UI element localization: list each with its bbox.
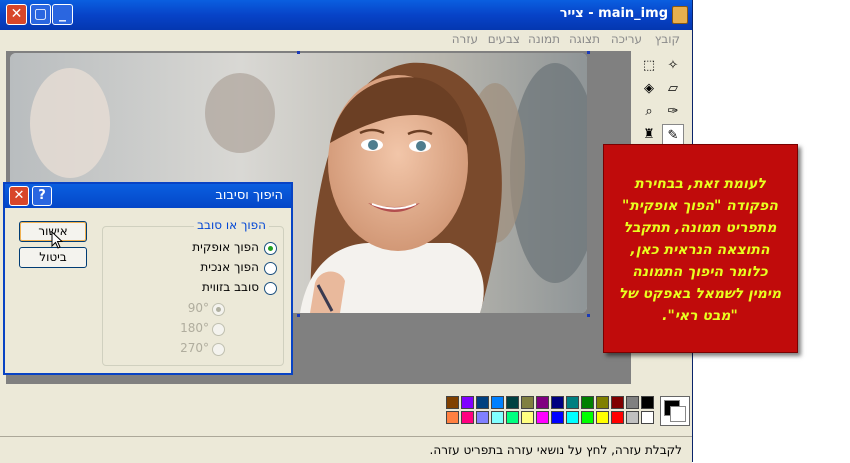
radio-angle-180[interactable] [212,323,225,336]
color-swatch[interactable] [551,411,564,424]
color-swatch[interactable] [611,396,624,409]
dialog-close-button[interactable]: ✕ [9,186,29,206]
dialog-title-bar[interactable]: ✕ ? היפוך וסיבוב [5,184,291,208]
resize-handle[interactable] [587,51,590,54]
color-swatch[interactable] [521,396,534,409]
callout-line: כלומר היפוך התמונה [632,264,768,280]
color-swatch[interactable] [596,396,609,409]
background-color[interactable] [670,406,686,422]
dialog-help-button[interactable]: ? [32,186,52,206]
label-rotate: סובב בזווית [202,280,259,294]
callout-line: "מבט ראי". [662,308,738,324]
menu-bar: קובץ עריכה תצוגה תמונה צבעים עזרה [0,30,692,50]
color-swatch[interactable] [446,396,459,409]
status-bar: לקבלת עזרה, לחץ על נושאי עזרה בתפריט עזר… [0,436,692,463]
flip-rotate-group: הפוך או סובב הפוך אופקית הפוך אנכית סובב… [102,218,284,366]
color-swatch[interactable] [641,396,654,409]
color-swatch[interactable] [476,411,489,424]
radio-angle-90[interactable] [212,303,225,316]
pencil-icon[interactable]: ✎ [662,124,684,146]
label-angle-90: 90° [187,301,209,315]
radio-angle-270[interactable] [212,343,225,356]
color-swatch[interactable] [536,396,549,409]
color-swatch[interactable] [506,396,519,409]
window-title: main_img - צייר [559,6,668,21]
explanation-callout: לעומת זאת, בבחירת הפקודה "הפוך אופקית" מ… [603,144,798,353]
minimize-button[interactable]: _ [52,4,73,25]
fill-icon[interactable]: ◈ [638,78,660,100]
close-button[interactable]: ✕ [6,4,27,25]
flip-rotate-dialog: ✕ ? היפוך וסיבוב אישור ביטול הפוך או סוב… [3,182,293,375]
color-swatch[interactable] [476,396,489,409]
radio-flip-vertical[interactable] [264,262,277,275]
color-swatch[interactable] [461,396,474,409]
group-label: הפוך או סובב [194,218,269,232]
resize-handle[interactable] [297,51,300,54]
brush-icon[interactable]: ♜ [638,124,660,146]
color-swatch[interactable] [446,411,459,424]
eraser-icon[interactable]: ▱ [662,78,684,100]
label-angle-270: 270° [180,341,209,355]
color-picker-icon[interactable]: ✑ [662,101,684,123]
color-swatch[interactable] [566,411,579,424]
menu-image[interactable]: תמונה [528,32,560,46]
label-angle-180: 180° [180,321,209,335]
dialog-title: היפוך וסיבוב [215,188,283,203]
color-swatch[interactable] [491,396,504,409]
menu-view[interactable]: תצוגה [569,32,600,46]
color-swatch[interactable] [581,396,594,409]
status-text: לקבלת עזרה, לחץ על נושאי עזרה בתפריט עזר… [429,443,682,457]
title-bar[interactable]: ✕ ▢ _ main_img - צייר [0,0,692,30]
rect-select-icon[interactable]: ⬚ [638,55,660,77]
radio-flip-horizontal[interactable] [264,242,277,255]
callout-line: מתפריט תמונה, תתקבל [623,220,777,236]
label-flip-horizontal: הפוך אופקית [192,240,259,254]
color-swatch[interactable] [506,411,519,424]
color-swatch[interactable] [536,411,549,424]
menu-colors[interactable]: צבעים [488,32,520,46]
color-swatch[interactable] [551,396,564,409]
callout-line: התוצאה הנראית כאן, [630,242,770,258]
callout-line: מימין לשמאל באפקט של [618,286,782,302]
color-swatch[interactable] [581,411,594,424]
menu-file[interactable]: קובץ [655,32,680,46]
maximize-button[interactable]: ▢ [30,4,51,25]
menu-edit[interactable]: עריכה [611,32,642,46]
paint-app-icon [672,6,688,24]
color-swatch[interactable] [611,411,624,424]
color-swatch[interactable] [626,396,639,409]
callout-line: לעומת זאת, בבחירת [634,176,766,192]
color-swatch[interactable] [566,396,579,409]
color-swatch[interactable] [521,411,534,424]
magnifier-icon[interactable]: ⌕ [638,101,660,123]
menu-help[interactable]: עזרה [452,32,478,46]
label-flip-vertical: הפוך אנכית [200,260,259,274]
resize-handle[interactable] [297,314,300,317]
color-swatch[interactable] [491,411,504,424]
mouse-cursor-icon [51,231,64,249]
color-swatch[interactable] [626,411,639,424]
resize-handle[interactable] [587,314,590,317]
radio-rotate[interactable] [264,282,277,295]
callout-line: הפקודה "הפוך אופקית" [621,198,779,214]
color-swatch[interactable] [596,411,609,424]
color-swatch[interactable] [461,411,474,424]
free-select-icon[interactable]: ✧ [662,55,684,77]
color-swatch[interactable] [641,411,654,424]
callout-text: לעומת זאת, בבחירת הפקודה "הפוך אופקית" מ… [612,173,788,327]
